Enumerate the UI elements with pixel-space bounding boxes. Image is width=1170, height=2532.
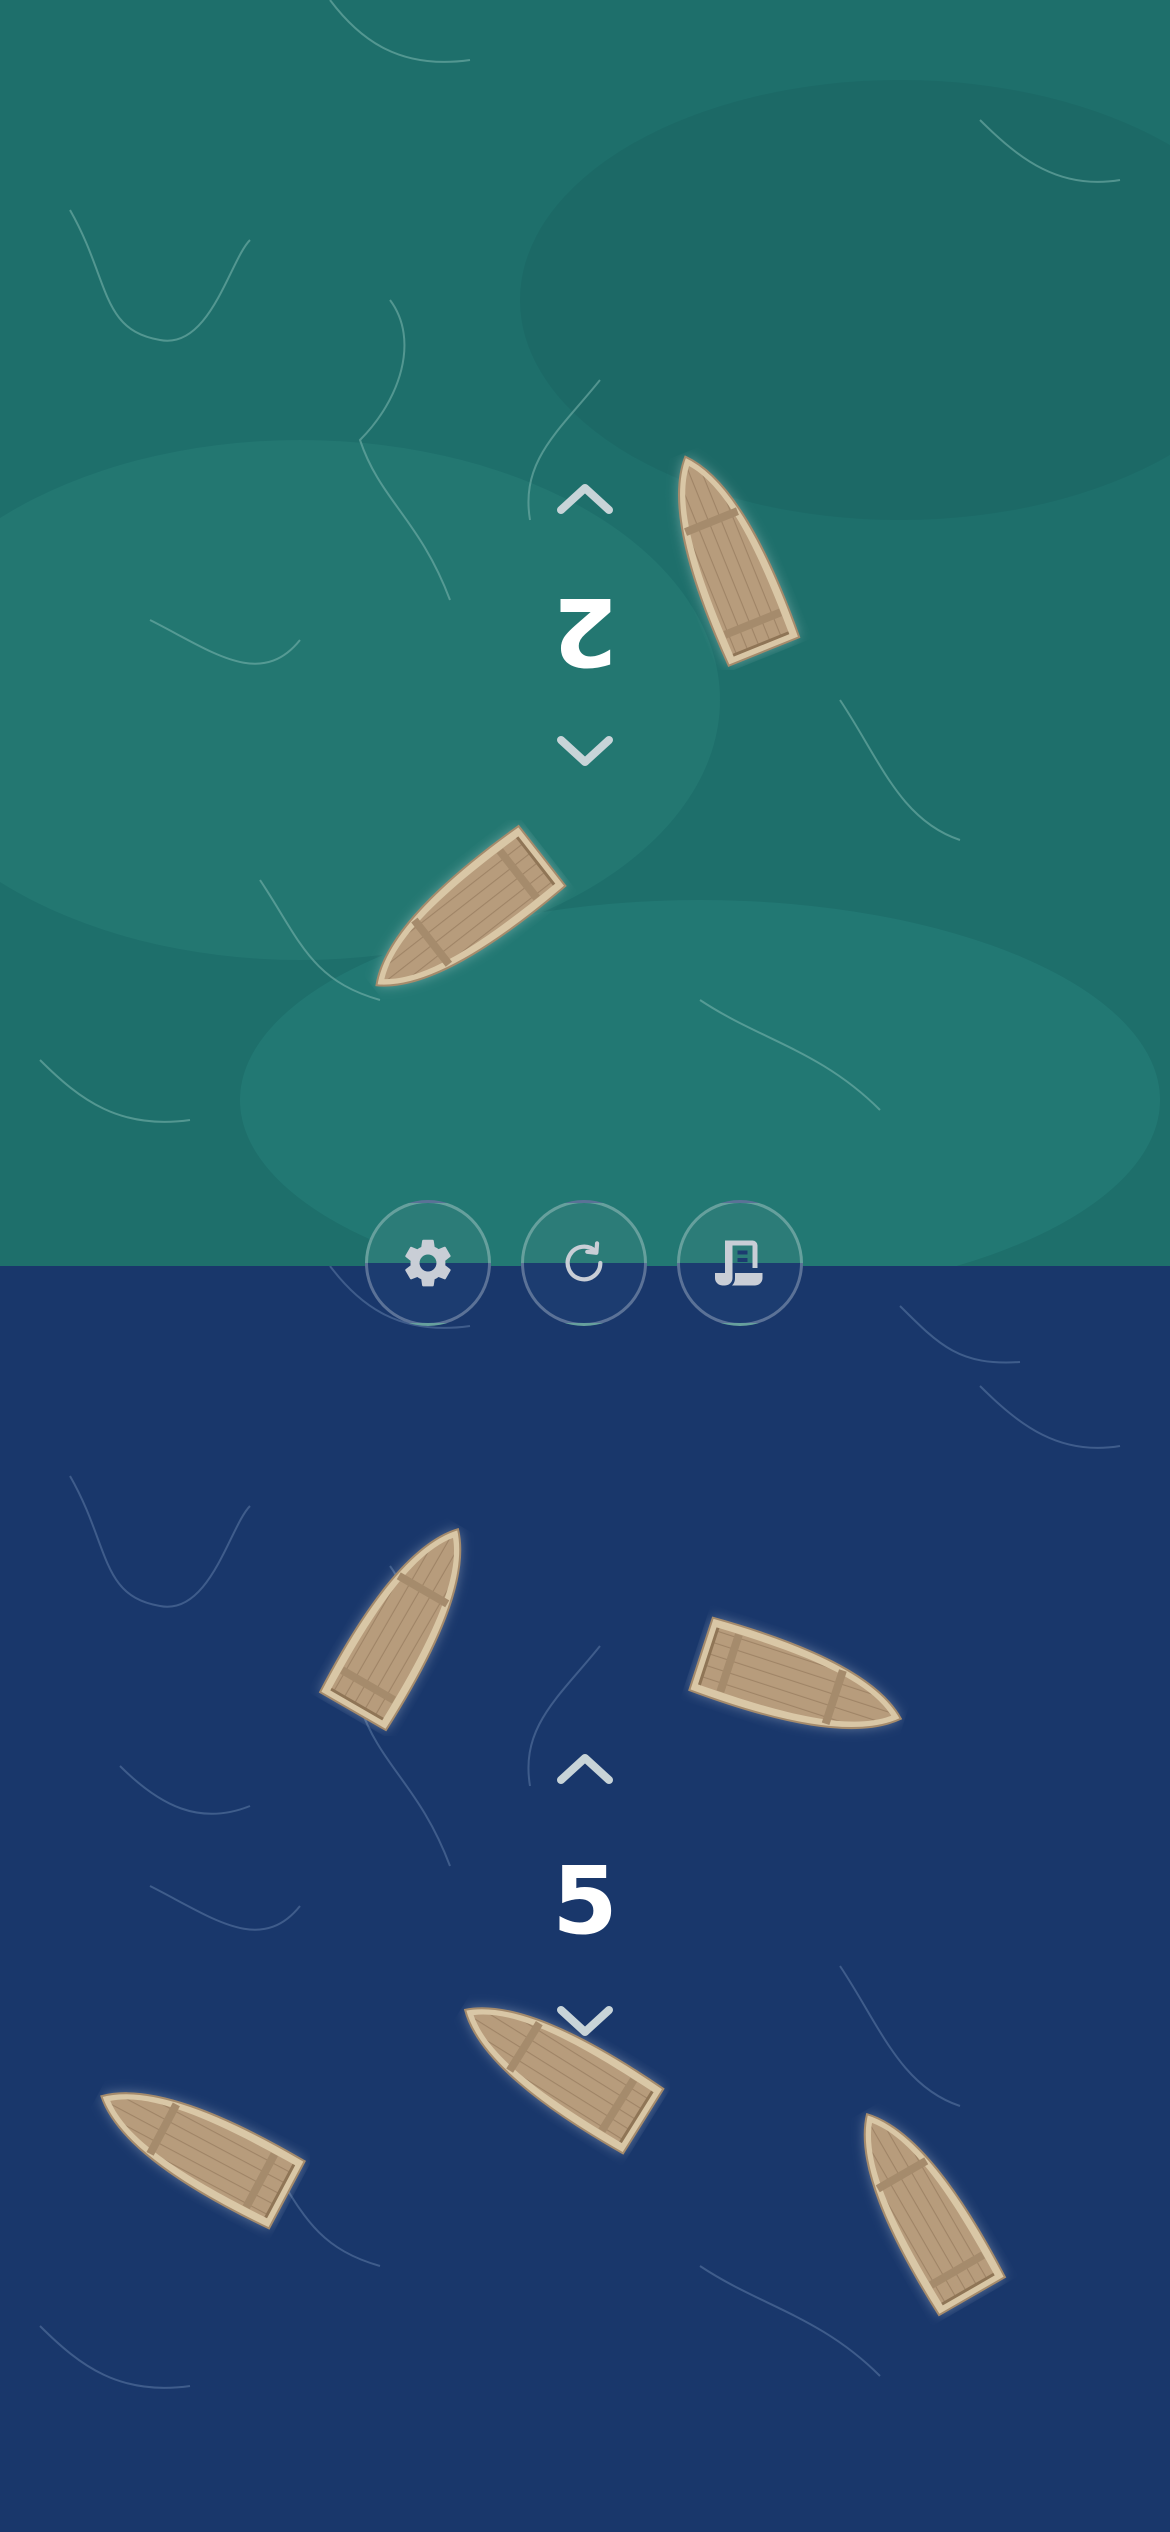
chevron-down-icon[interactable] (555, 2002, 615, 2042)
boat (80, 2046, 310, 2246)
boat-count: 2 (552, 576, 618, 685)
control-bar (0, 1200, 1170, 1332)
boat (820, 2086, 1020, 2326)
restart-button[interactable] (521, 1200, 647, 1326)
boat (640, 440, 810, 670)
boat-count: 5 (552, 1847, 618, 1956)
rules-button[interactable] (677, 1200, 803, 1326)
bottom-player-area[interactable]: 5 (0, 1266, 1170, 2532)
bottom-counter: 5 (525, 1740, 645, 2070)
chevron-up-icon[interactable] (555, 478, 615, 518)
gear-icon (405, 1239, 451, 1287)
restart-icon (565, 1241, 603, 1282)
boat (310, 1506, 500, 1736)
top-counter: 2 (525, 470, 645, 800)
top-player-area[interactable]: 2 (0, 0, 1170, 1266)
chevron-down-icon[interactable] (555, 732, 615, 772)
chevron-up-icon[interactable] (555, 1748, 615, 1788)
scroll-icon (715, 1240, 763, 1286)
settings-button[interactable] (365, 1200, 491, 1326)
boat (680, 1596, 920, 1776)
boat (340, 820, 580, 1020)
